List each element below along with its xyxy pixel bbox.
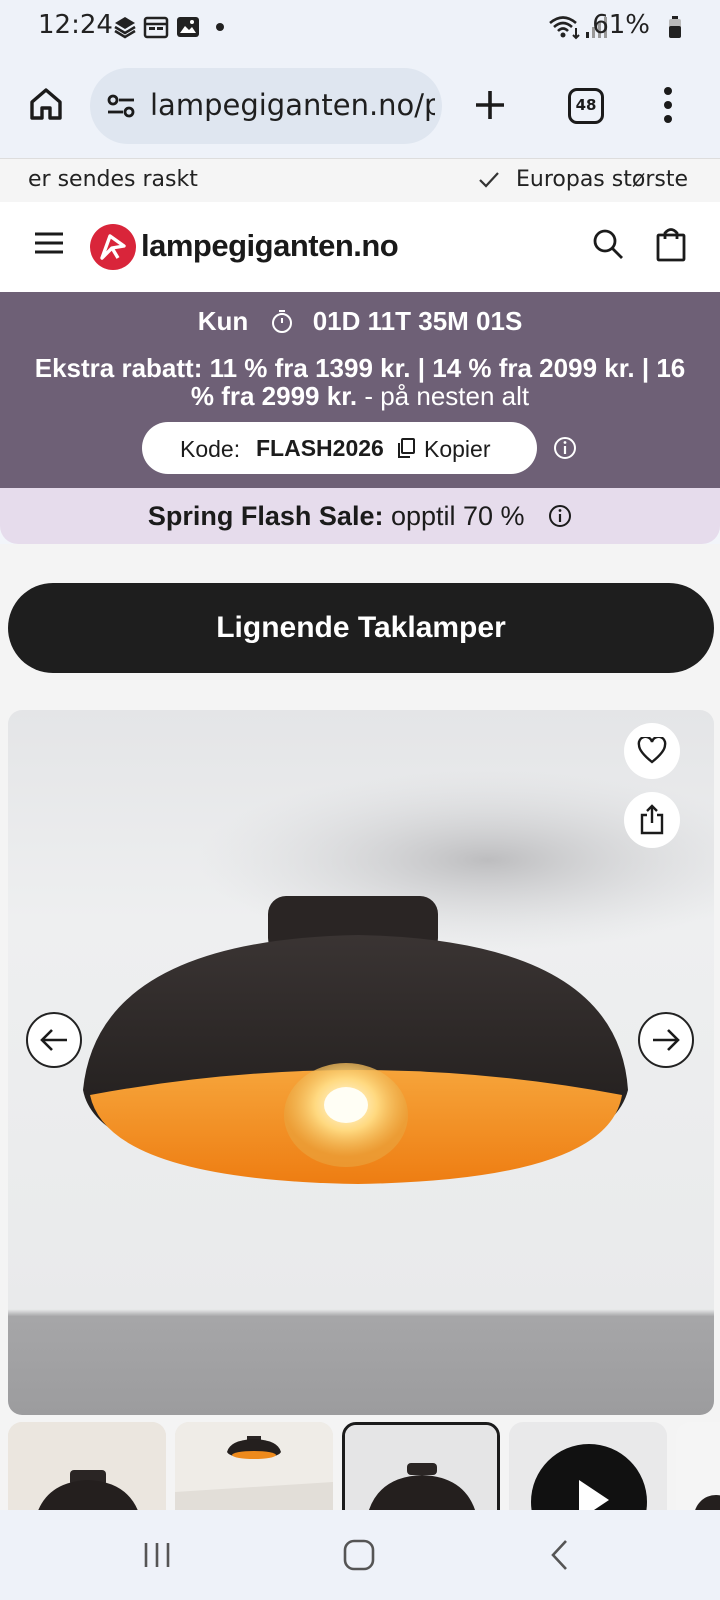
site-header: lampegiganten.no bbox=[0, 202, 720, 292]
arrow-left-icon bbox=[40, 1029, 67, 1051]
promo-banner: Kun 01D 11T 35M 01S Ekstra rabatt: 11 % … bbox=[0, 292, 720, 488]
thumbnail-5[interactable] bbox=[676, 1422, 720, 1510]
battery-percent: 61% bbox=[592, 10, 650, 40]
site-settings-icon[interactable] bbox=[106, 92, 136, 120]
shopping-bag-icon[interactable] bbox=[656, 226, 686, 262]
image-icon bbox=[177, 17, 199, 37]
flash-sale-title: Spring Flash Sale: bbox=[147, 501, 384, 531]
thumbnail-image bbox=[345, 1425, 497, 1510]
wifi-icon bbox=[549, 16, 580, 40]
wishlist-button[interactable] bbox=[624, 723, 680, 779]
info-icon[interactable] bbox=[553, 436, 577, 460]
tab-switcher-button[interactable]: 48 bbox=[568, 88, 604, 124]
thumbnail-image bbox=[695, 1495, 720, 1510]
arrow-right-icon bbox=[653, 1029, 680, 1051]
search-icon[interactable] bbox=[592, 228, 624, 260]
system-nav-bar bbox=[0, 1510, 720, 1600]
home-button-icon[interactable] bbox=[342, 1538, 376, 1572]
next-image-button[interactable] bbox=[638, 1012, 694, 1068]
previous-image-button[interactable] bbox=[26, 1012, 82, 1068]
thumbnail-image bbox=[175, 1422, 333, 1510]
layers-icon bbox=[114, 17, 136, 39]
check-icon bbox=[479, 172, 499, 188]
recent-apps-icon[interactable] bbox=[142, 1540, 172, 1570]
usp-ticker: er sendes raskt Europas største bbox=[0, 158, 720, 202]
thumbnail-video[interactable] bbox=[509, 1422, 667, 1510]
countdown-timer: 01D 11T 35M 01S bbox=[312, 306, 523, 336]
similar-products-button[interactable]: Lignende Taklamper bbox=[8, 583, 714, 673]
copy-code-button[interactable]: Kopier bbox=[424, 436, 490, 463]
thumbnail-2[interactable] bbox=[175, 1422, 333, 1510]
flash-sale-text: opptil 70 % bbox=[383, 501, 525, 531]
thumbnail-3-selected[interactable] bbox=[342, 1422, 500, 1510]
battery-icon bbox=[669, 16, 681, 38]
discount-code-pill[interactable]: Kode: FLASH2026 Kopier bbox=[142, 422, 537, 474]
browser-toolbar: lampegiganten.no/p... 48 bbox=[0, 56, 720, 158]
usp-item: Europas største bbox=[516, 167, 688, 192]
discount-suffix: - på nesten alt bbox=[357, 381, 530, 411]
heart-icon bbox=[637, 737, 667, 764]
flash-sale-bar: Spring Flash Sale: opptil 70 % bbox=[0, 488, 720, 544]
countdown-prefix: Kun bbox=[197, 306, 249, 336]
usp-item: er sendes raskt bbox=[28, 167, 198, 192]
product-image-gallery[interactable] bbox=[8, 710, 714, 1415]
code-label: Kode: bbox=[180, 436, 241, 462]
share-icon bbox=[640, 804, 664, 835]
play-video-icon bbox=[531, 1444, 647, 1510]
countdown: Kun 01D 11T 35M 01S bbox=[0, 306, 720, 337]
status-bar: 12:24 61% bbox=[0, 0, 720, 56]
product-image bbox=[83, 770, 714, 1184]
home-icon[interactable] bbox=[28, 86, 64, 122]
timer-icon bbox=[272, 310, 293, 333]
more-menu-icon[interactable] bbox=[662, 86, 674, 124]
new-tab-icon[interactable] bbox=[473, 88, 507, 122]
url-text: lampegiganten.no/p... bbox=[150, 88, 435, 122]
logo-mark-icon[interactable] bbox=[90, 224, 136, 270]
thumbnail-strip bbox=[0, 1422, 720, 1510]
dot-icon bbox=[216, 23, 224, 31]
calendar-icon bbox=[143, 16, 169, 39]
back-icon[interactable] bbox=[548, 1538, 572, 1572]
discount-text: Ekstra rabatt: 11 % fra 1399 kr. | 14 % … bbox=[20, 354, 700, 410]
address-bar[interactable]: lampegiganten.no/p... bbox=[90, 68, 442, 144]
thumbnail-1[interactable] bbox=[8, 1422, 166, 1510]
copy-icon[interactable] bbox=[396, 437, 416, 459]
code-value: FLASH2026 bbox=[256, 435, 384, 461]
share-button[interactable] bbox=[624, 792, 680, 848]
hamburger-menu-icon[interactable] bbox=[34, 230, 64, 256]
site-logo[interactable]: lampegiganten.no bbox=[141, 228, 399, 264]
thumbnail-image bbox=[8, 1422, 166, 1510]
status-time: 12:24 bbox=[38, 10, 113, 40]
info-icon[interactable] bbox=[548, 504, 572, 528]
